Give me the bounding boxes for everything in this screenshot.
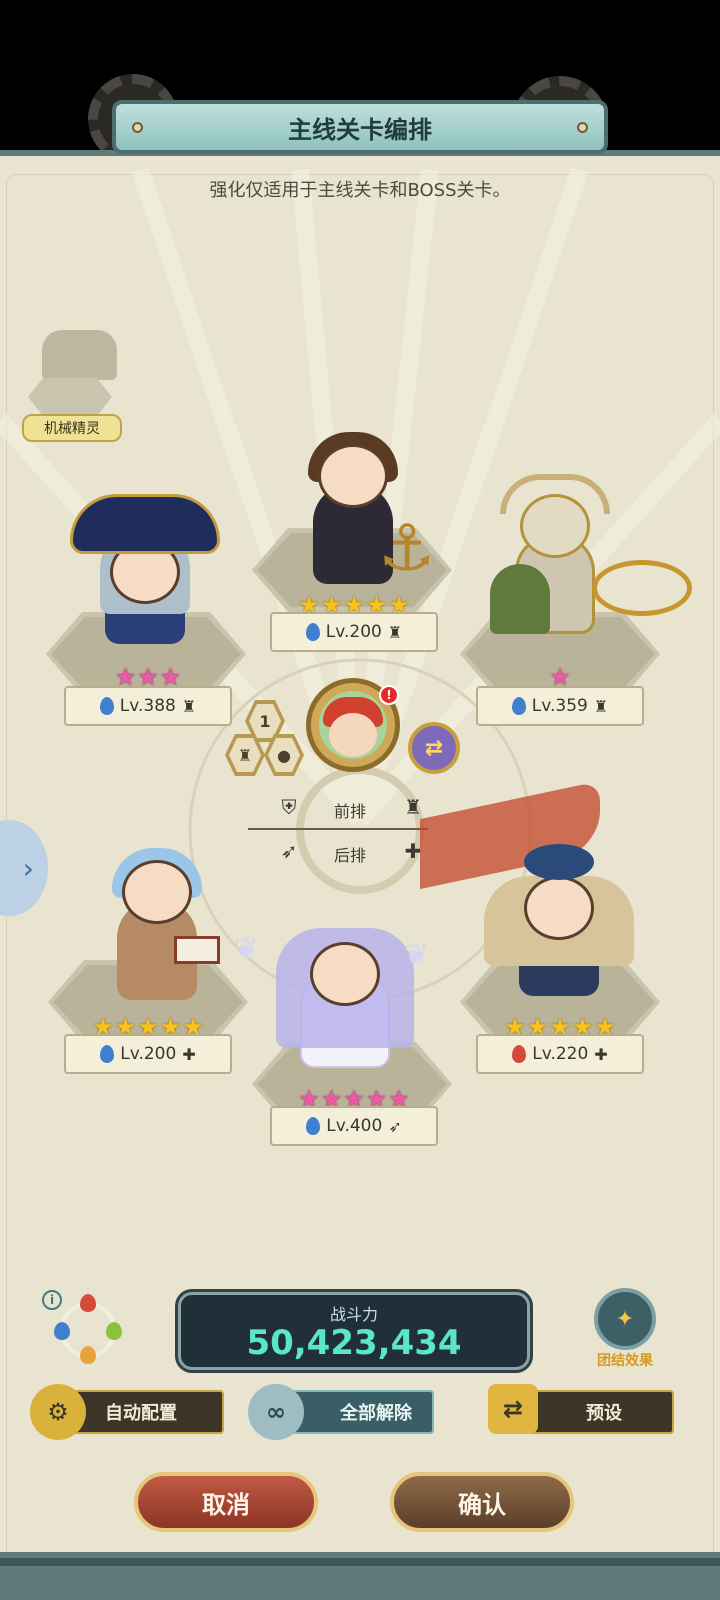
hero-level-box: Lv.200 ♜ — [270, 612, 438, 652]
spear-divider — [248, 828, 428, 830]
butterfly-icon: ❦ — [404, 938, 430, 973]
hero-witch[interactable] — [70, 484, 220, 654]
combat-power-value: 50,423,434 — [246, 1323, 462, 1363]
mech-elf-slot[interactable]: 机械精灵 — [22, 320, 122, 445]
element-wheel[interactable] — [52, 1294, 124, 1366]
handshake-icon: ✦ — [615, 1306, 635, 1332]
shield-icon: ● — [268, 738, 300, 772]
hero-level-box: Lv.359 ♜ — [476, 686, 644, 726]
leader-portrait[interactable]: ! — [306, 678, 400, 772]
front-role-icon: ♜ — [181, 696, 197, 716]
swap-arrows-icon: ⇄ — [424, 735, 444, 761]
front-role-icon: ♜ — [593, 696, 609, 716]
hero-head — [524, 876, 594, 940]
book-icon — [174, 936, 220, 964]
mech-elf-icon — [42, 330, 117, 380]
cancel-button[interactable]: 取消 — [134, 1472, 318, 1532]
anchor-icon: ⚓ — [378, 512, 436, 586]
sword-icon: ♜ — [229, 738, 261, 772]
page-title: 主线关卡编排 — [288, 115, 432, 144]
hero-level: Lv.388 — [119, 696, 176, 716]
water-element-icon — [511, 697, 526, 715]
swap-arrows-icon: ⇄ — [488, 1384, 538, 1434]
rivet-icon — [132, 122, 143, 133]
back-row-label: 后排 — [334, 846, 367, 865]
auto-config-label: 自动配置 — [105, 1403, 177, 1424]
front-role-icon: ♜ — [387, 622, 403, 642]
hero-head — [310, 942, 380, 1006]
cancel-label: 取消 — [202, 1490, 250, 1519]
hero-head — [318, 444, 388, 508]
clear-all-button[interactable]: 全部解除 — [288, 1390, 434, 1434]
page-subtitle: 强化仅适用于主线关卡和BOSS关卡。 — [209, 180, 511, 201]
slot-number: 1 — [249, 704, 281, 738]
combat-power-box: 战斗力 50,423,434 — [178, 1292, 530, 1370]
hero-level: Lv.359 — [531, 696, 588, 716]
water-element-icon — [305, 623, 320, 641]
mech-elf-label: 机械精灵 — [22, 414, 122, 442]
title-bar: 主线关卡编排 — [112, 100, 608, 154]
elf-pedestal — [28, 378, 112, 416]
notification-badge: ! — [379, 685, 399, 705]
confirm-button[interactable]: 确认 — [390, 1472, 574, 1532]
combat-power-label: 战斗力 — [329, 1305, 378, 1324]
swap-leader-button[interactable]: ⇄ — [408, 722, 460, 774]
leader-avatar — [319, 691, 387, 759]
witch-hat-icon — [70, 494, 220, 554]
bottom-frame — [0, 1552, 720, 1600]
front-row-label: 前排 — [334, 802, 367, 821]
hero-level: Lv.220 — [532, 1044, 589, 1064]
hero-level-box: Lv.220 ✚ — [476, 1034, 644, 1074]
hero-level: Lv.200 — [120, 1044, 177, 1064]
bow-row-icon: ➶ — [280, 839, 298, 863]
hero-head — [122, 860, 192, 924]
gear-icon: ⚙ — [30, 1384, 86, 1440]
beret-icon — [524, 844, 594, 880]
water-element-icon — [99, 697, 114, 715]
earth-element-icon — [80, 1346, 96, 1364]
hero-knight[interactable] — [480, 474, 692, 644]
hero-bride[interactable]: ❦ ❦ — [234, 908, 429, 1078]
hero-level-box: Lv.200 ✚ — [64, 1034, 232, 1074]
hero-pirate[interactable]: ⚓ — [278, 424, 435, 594]
butterfly-icon: ❦ — [234, 932, 260, 967]
water-element-icon — [54, 1322, 70, 1340]
shield-row-icon: ⛨ — [281, 795, 297, 819]
unity-effect-label: 团结效果 — [597, 1353, 653, 1369]
axe-icon — [592, 560, 692, 616]
unity-effect-button[interactable]: ✦ — [594, 1288, 656, 1350]
chevron-right-icon: › — [22, 851, 34, 885]
unlink-icon: ∞ — [248, 1384, 304, 1440]
water-element-icon — [100, 1045, 115, 1063]
hero-scholar[interactable] — [82, 840, 232, 1010]
hero-hair — [490, 564, 550, 634]
preset-label: 预设 — [586, 1403, 622, 1424]
hero-level-box: Lv.388 ♜ — [64, 686, 232, 726]
rivet-icon — [577, 122, 588, 133]
horn-icon — [500, 474, 610, 514]
fire-element-icon — [80, 1294, 96, 1312]
support-role-icon: ✚ — [594, 1044, 608, 1064]
confirm-label: 确认 — [458, 1490, 506, 1519]
leader-face — [329, 713, 377, 757]
support-role-icon: ✚ — [182, 1044, 196, 1064]
back-role-icon: ➶ — [388, 1116, 402, 1136]
hero-level-box: Lv.400 ➶ — [270, 1106, 438, 1146]
water-element-icon — [306, 1117, 321, 1135]
hero-flagbearer[interactable] — [484, 836, 634, 1006]
hero-level: Lv.400 — [326, 1116, 383, 1136]
clear-all-label: 全部解除 — [340, 1403, 412, 1424]
fire-element-icon — [512, 1045, 527, 1063]
wind-element-icon — [106, 1322, 122, 1340]
sword-row-icon: ♜ — [404, 795, 422, 819]
hero-level: Lv.200 — [325, 622, 382, 642]
